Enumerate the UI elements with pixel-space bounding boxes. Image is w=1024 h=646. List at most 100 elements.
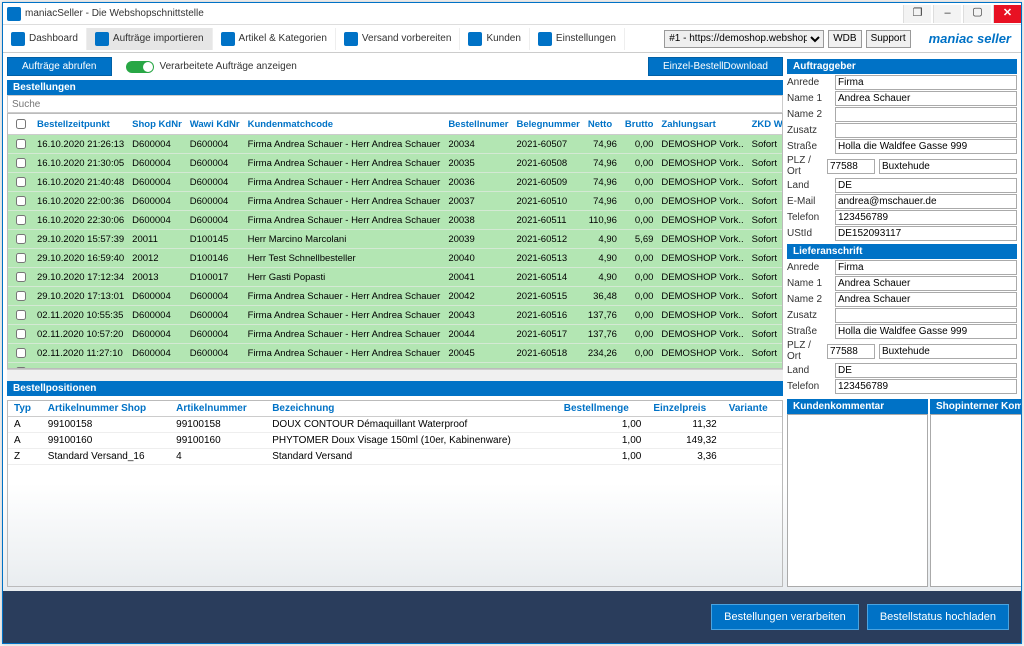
name-2-input[interactable]	[835, 107, 1017, 122]
orders-col-header[interactable]: Brutto	[621, 114, 658, 135]
support-button[interactable]: Support	[866, 30, 911, 48]
order-row[interactable]: 16.10.2020 22:00:36D600004D600004Firma A…	[8, 192, 783, 211]
cell: 99100158	[42, 417, 170, 433]
name-1-input[interactable]	[835, 91, 1017, 106]
anrede-input[interactable]	[835, 260, 1017, 275]
order-row[interactable]: 16.10.2020 22:30:06D600004D600004Firma A…	[8, 211, 783, 230]
tab-articles[interactable]: Artikel & Kategorien	[213, 28, 336, 50]
order-row[interactable]: 02.11.2020 10:55:35D600004D600004Firma A…	[8, 306, 783, 325]
tab-customers[interactable]: Kunden	[460, 28, 529, 50]
zusatz-input[interactable]	[835, 308, 1017, 323]
ort-input[interactable]	[879, 344, 1017, 359]
row-checkbox[interactable]	[16, 291, 26, 301]
position-row[interactable]: ZStandard Versand_164Standard Versand1,0…	[8, 449, 782, 465]
order-row[interactable]: 29.10.2020 17:12:3420013D100017Herr Gast…	[8, 268, 783, 287]
cell: Firma Andrea Schauer - Herr Andrea Schau…	[244, 325, 445, 344]
straße-input[interactable]	[835, 139, 1017, 154]
orders-col-header[interactable]: ZKD Wawi	[748, 114, 783, 135]
row-checkbox[interactable]	[16, 253, 26, 263]
window-minimize-icon[interactable]: –	[933, 5, 961, 23]
row-checkbox[interactable]	[16, 348, 26, 358]
internal-comment-input[interactable]	[930, 414, 1021, 587]
window-maximize-icon[interactable]: ▢	[963, 5, 991, 23]
positions-col-header[interactable]: Artikelnummer Shop	[42, 401, 170, 417]
cell: D600004	[186, 135, 244, 154]
orders-col-header[interactable]: Bestellnumer	[444, 114, 512, 135]
tab-dashboard[interactable]: Dashboard	[3, 28, 87, 50]
wdb-button[interactable]: WDB	[828, 30, 861, 48]
orders-search-input[interactable]	[7, 95, 783, 113]
name-1-input[interactable]	[835, 276, 1017, 291]
orders-col-header[interactable]: Kundenmatchcode	[244, 114, 445, 135]
plz-input[interactable]	[827, 344, 875, 359]
positions-col-header[interactable]: Bestellmenge	[558, 401, 648, 417]
order-row[interactable]: 02.11.2020 11:27:10D600004D600004Firma A…	[8, 344, 783, 363]
position-row[interactable]: A9910016099100160PHYTOMER Doux Visage 15…	[8, 433, 782, 449]
anrede-input[interactable]	[835, 75, 1017, 90]
positions-grid[interactable]: TypArtikelnummer ShopArtikelnummerBezeic…	[7, 400, 783, 587]
upload-status-button[interactable]: Bestellstatus hochladen	[867, 604, 1009, 630]
customer-comment-input[interactable]	[787, 414, 928, 587]
order-row[interactable]: 29.10.2020 15:57:3920011D100145Herr Marc…	[8, 230, 783, 249]
content-area: Aufträge abrufen Verarbeitete Aufträge a…	[3, 53, 1021, 591]
row-checkbox[interactable]	[16, 177, 26, 187]
name-2-input[interactable]	[835, 292, 1017, 307]
orders-col-header[interactable]	[8, 114, 33, 135]
orders-grid[interactable]: BestellzeitpunktShop KdNrWawi KdNrKunden…	[7, 113, 783, 369]
row-checkbox[interactable]	[16, 367, 26, 369]
row-checkbox[interactable]	[16, 329, 26, 339]
positions-col-header[interactable]: Bezeichnung	[266, 401, 558, 417]
order-row[interactable]: 29.10.2020 16:59:4020012D100146Herr Test…	[8, 249, 783, 268]
straße-input[interactable]	[835, 324, 1017, 339]
orders-col-header[interactable]: Wawi KdNr	[186, 114, 244, 135]
order-row[interactable]: 02.11.2020 14:23:0420014D100147Herr Marc…	[8, 363, 783, 370]
orders-scrollbar[interactable]	[7, 369, 783, 381]
window-new-icon[interactable]: ❐	[903, 5, 931, 23]
shop-selector[interactable]: #1 - https://demoshop.webshopschnittstel…	[664, 30, 824, 48]
cell: 20045	[444, 344, 512, 363]
plz-input[interactable]	[827, 159, 875, 174]
land-input[interactable]	[835, 363, 1017, 378]
order-row[interactable]: 16.10.2020 21:30:05D600004D600004Firma A…	[8, 154, 783, 173]
tab-settings[interactable]: Einstellungen	[530, 28, 625, 50]
row-checkbox[interactable]	[16, 272, 26, 282]
select-all-checkbox[interactable]	[16, 119, 26, 129]
orders-col-header[interactable]: Shop KdNr	[128, 114, 186, 135]
single-download-button[interactable]: Einzel-BestellDownload	[648, 57, 783, 76]
orders-col-header[interactable]: Netto	[584, 114, 621, 135]
cell: 16.10.2020 21:30:05	[33, 154, 128, 173]
ort-input[interactable]	[879, 159, 1017, 174]
window-close-icon[interactable]: ✕	[993, 5, 1021, 23]
e-mail-input[interactable]	[835, 194, 1017, 209]
row-checkbox[interactable]	[16, 215, 26, 225]
main-toolbar: Dashboard Aufträge importieren Artikel &…	[3, 25, 1021, 53]
zusatz-input[interactable]	[835, 123, 1017, 138]
orders-col-header[interactable]: Belegnummer	[513, 114, 584, 135]
row-checkbox[interactable]	[16, 196, 26, 206]
ustid-input[interactable]	[835, 226, 1017, 241]
processed-toggle[interactable]	[126, 61, 154, 73]
land-input[interactable]	[835, 178, 1017, 193]
order-row[interactable]: 02.11.2020 10:57:20D600004D600004Firma A…	[8, 325, 783, 344]
positions-col-header[interactable]: Artikelnummer	[170, 401, 266, 417]
order-row[interactable]: 16.10.2020 21:40:48D600004D600004Firma A…	[8, 173, 783, 192]
orders-col-header[interactable]: Zahlungsart	[657, 114, 747, 135]
telefon-input[interactable]	[835, 210, 1017, 225]
row-checkbox[interactable]	[16, 158, 26, 168]
positions-col-header[interactable]: Typ	[8, 401, 42, 417]
fetch-orders-button[interactable]: Aufträge abrufen	[7, 57, 112, 76]
process-orders-button[interactable]: Bestellungen verarbeiten	[711, 604, 859, 630]
tab-import-orders[interactable]: Aufträge importieren	[87, 28, 213, 50]
row-checkbox[interactable]	[16, 139, 26, 149]
positions-col-header[interactable]: Variante	[723, 401, 782, 417]
order-row[interactable]: 16.10.2020 21:26:13D600004D600004Firma A…	[8, 135, 783, 154]
cell: D600004	[186, 211, 244, 230]
row-checkbox[interactable]	[16, 310, 26, 320]
order-row[interactable]: 29.10.2020 17:13:01D600004D600004Firma A…	[8, 287, 783, 306]
positions-col-header[interactable]: Einzelpreis	[647, 401, 722, 417]
position-row[interactable]: A9910015899100158DOUX CONTOUR Démaquilla…	[8, 417, 782, 433]
telefon-input[interactable]	[835, 379, 1017, 394]
tab-shipping[interactable]: Versand vorbereiten	[336, 28, 461, 50]
orders-col-header[interactable]: Bestellzeitpunkt	[33, 114, 128, 135]
row-checkbox[interactable]	[16, 234, 26, 244]
